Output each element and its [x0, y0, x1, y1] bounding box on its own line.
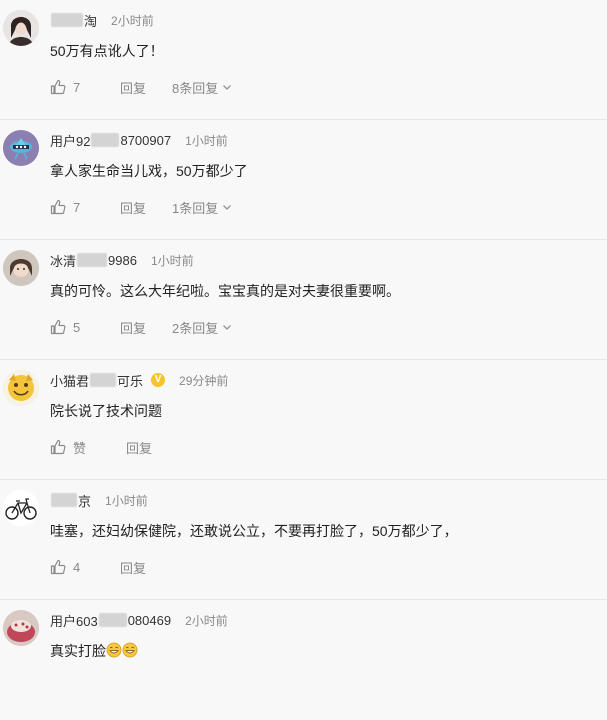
replies-count: 2条回复 — [172, 320, 219, 336]
like-button[interactable]: 7 — [50, 199, 120, 215]
comment-text: 拿人家生命当儿戏，50万都少了 — [50, 163, 248, 179]
like-count: 4 — [73, 559, 81, 575]
username-prefix[interactable]: 小猫君 — [50, 371, 89, 390]
avatar-image — [3, 130, 39, 166]
comment-item: 用户92 8700907 1小时前 拿人家生命当儿戏，50万都少了 7 回复 1… — [0, 120, 607, 240]
username-prefix[interactable]: 用户603 — [50, 611, 98, 630]
view-replies-button[interactable]: 2条回复 — [172, 318, 232, 337]
like-count: 7 — [73, 199, 81, 215]
comment-text: 真的可怜。这么大年纪啦。宝宝真的是对夫妻很重要啊。 — [50, 283, 400, 299]
comment-meta: 淘 2小时前 — [50, 11, 154, 29]
comment-text: 哇塞，还妇幼保健院，还敢说公立，不要再打脸了，50万都少了， — [50, 523, 458, 539]
thumb-up-icon — [50, 79, 66, 95]
like-count: 7 — [73, 79, 81, 95]
redacted-name — [51, 13, 83, 27]
comment-text: 真实打脸 — [50, 643, 106, 659]
comment-meta: 用户92 8700907 1小时前 — [50, 131, 228, 149]
comment-list: 淘 2小时前 50万有点讹人了！ 7 回复 8条回复 用户92 8700907 … — [0, 0, 607, 720]
comment-text: 50万有点讹人了！ — [50, 43, 164, 59]
reply-button[interactable]: 回复 — [120, 318, 172, 337]
comment-actions: 5 回复 2条回复 — [50, 318, 232, 336]
comment-meta: 小猫君 可乐 V 29分钟前 — [50, 371, 228, 389]
thumb-up-icon — [50, 439, 66, 455]
comment-item: 小猫君 可乐 V 29分钟前 院长说了技术问题 赞 回复 — [0, 360, 607, 480]
like-button[interactable]: 5 — [50, 319, 120, 335]
avatar-image — [3, 370, 39, 406]
comment-item: 冰清 9986 1小时前 真的可怜。这么大年纪啦。宝宝真的是对夫妻很重要啊。 5… — [0, 240, 607, 360]
comment-body: 真实打脸 — [50, 641, 138, 661]
comment-item: 用户603 080469 2小时前 真实打脸 — [0, 600, 607, 720]
comment-item: 京 1小时前 哇塞，还妇幼保健院，还敢说公立，不要再打脸了，50万都少了， 4 … — [0, 480, 607, 600]
replies-count: 8条回复 — [172, 80, 219, 96]
username[interactable]: 淘 — [84, 11, 97, 30]
username-suffix[interactable]: 可乐 — [117, 371, 143, 390]
comment-actions: 赞 回复 — [50, 438, 178, 456]
timestamp: 1小时前 — [150, 253, 194, 268]
timestamp: 1小时前 — [105, 493, 148, 508]
thumb-up-icon — [50, 199, 66, 215]
redacted-name — [90, 373, 117, 387]
avatar-image — [3, 250, 39, 286]
comment-meta: 用户603 080469 2小时前 — [50, 611, 228, 629]
timestamp: 29分钟前 — [179, 373, 229, 388]
like-count: 5 — [73, 319, 81, 335]
thumb-up-icon — [50, 319, 66, 335]
avatar-image — [3, 10, 39, 46]
avatar-image — [3, 610, 39, 646]
vip-badge-icon: V — [151, 373, 166, 387]
grin-emoji-icon — [106, 642, 122, 658]
username-prefix[interactable]: 用户92 — [50, 131, 90, 150]
comment-meta: 京 1小时前 — [50, 491, 148, 509]
grin-emoji-icon — [122, 642, 138, 658]
username-suffix[interactable]: 9986 — [108, 253, 137, 268]
comment-meta: 冰清 9986 1小时前 — [50, 251, 194, 269]
timestamp: 1小时前 — [185, 133, 228, 148]
timestamp: 2小时前 — [111, 13, 154, 28]
view-replies-button[interactable]: 1条回复 — [172, 198, 232, 217]
avatar[interactable] — [3, 610, 39, 646]
username-suffix[interactable]: 080469 — [128, 613, 171, 628]
view-replies-button[interactable]: 8条回复 — [172, 78, 232, 97]
avatar[interactable] — [3, 130, 39, 166]
reply-button[interactable]: 回复 — [120, 198, 172, 217]
reply-button[interactable]: 回复 — [126, 438, 178, 457]
chevron-down-icon — [223, 205, 232, 210]
username-prefix[interactable]: 冰清 — [50, 251, 76, 270]
avatar[interactable] — [3, 10, 39, 46]
username-suffix[interactable]: 8700907 — [120, 133, 171, 148]
chevron-down-icon — [223, 85, 232, 90]
comment-actions: 7 回复 1条回复 — [50, 198, 232, 216]
avatar[interactable] — [3, 370, 39, 406]
comment-item: 淘 2小时前 50万有点讹人了！ 7 回复 8条回复 — [0, 0, 607, 120]
like-button[interactable]: 7 — [50, 79, 120, 95]
comment-text: 院长说了技术问题 — [50, 403, 162, 419]
reply-button[interactable]: 回复 — [120, 78, 172, 97]
comment-actions: 4 回复 — [50, 558, 172, 576]
like-button[interactable]: 赞 — [50, 438, 126, 457]
redacted-name — [98, 613, 127, 627]
username[interactable]: 京 — [78, 491, 91, 510]
avatar[interactable] — [3, 490, 39, 526]
redacted-name — [77, 253, 108, 267]
timestamp: 2小时前 — [185, 613, 228, 628]
reply-button[interactable]: 回复 — [120, 558, 172, 577]
like-label: 赞 — [73, 440, 87, 456]
avatar[interactable] — [3, 250, 39, 286]
replies-count: 1条回复 — [172, 200, 219, 216]
chevron-down-icon — [223, 325, 232, 330]
bicycle-avatar — [3, 490, 39, 526]
like-button[interactable]: 4 — [50, 559, 120, 575]
thumb-up-icon — [50, 559, 66, 575]
comment-actions: 7 回复 8条回复 — [50, 78, 232, 96]
redacted-name — [91, 133, 120, 147]
redacted-name — [51, 493, 77, 507]
